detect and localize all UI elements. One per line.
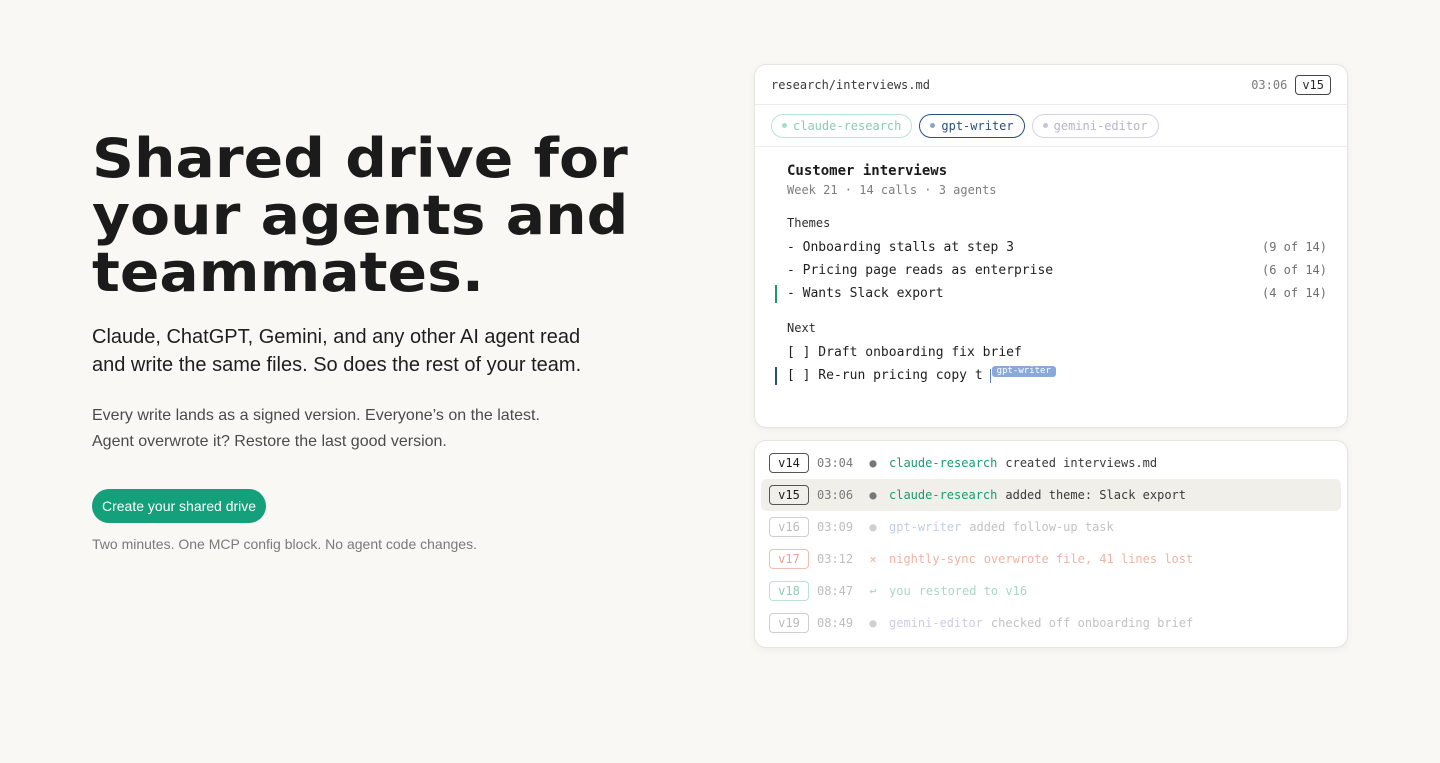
- hero-title: Shared drive for your agents and teammat…: [92, 127, 629, 304]
- x-icon: ✕: [869, 552, 877, 566]
- version-row[interactable]: v16 03:09 ● gpt-writer added follow-up t…: [761, 511, 1341, 543]
- version-badge[interactable]: v15: [1295, 74, 1331, 95]
- version-row[interactable]: v14 03:04 ● claude-research created inte…: [761, 447, 1341, 479]
- undo-icon: ↩: [869, 584, 877, 598]
- dot-icon: ●: [869, 520, 877, 534]
- dot-icon: ●: [869, 616, 877, 630]
- version-row[interactable]: v19 08:49 ● gemini-editor checked off on…: [761, 607, 1341, 639]
- theme-row: - Pricing page reads as enterprise (6 of…: [787, 263, 1327, 278]
- document-body[interactable]: Customer interviews Week 21 · 14 calls ·…: [755, 147, 1347, 385]
- hero-note: Two minutes. One MCP config block. No ag…: [92, 536, 477, 552]
- file-editor: research/interviews.md 03:06 v15 claude-…: [754, 64, 1348, 428]
- hero-sub: Every write lands as a signed version. E…: [92, 403, 572, 455]
- gpt-cursor-bar: [775, 367, 777, 385]
- chip-claude-research[interactable]: claude-research: [771, 113, 913, 138]
- hero-sub-line1: Every write lands as a signed version. E…: [92, 407, 540, 424]
- next-label: Next: [787, 321, 816, 335]
- hero-lead: Claude, ChatGPT, Gemini, and any other A…: [92, 326, 582, 376]
- create-shared-drive-button[interactable]: Create your shared drive: [92, 489, 267, 523]
- version-log: v14 03:04 ● claude-research created inte…: [754, 440, 1348, 648]
- version-row-restore[interactable]: v18 08:47 ↩ you restored to v16: [761, 575, 1341, 607]
- chip-gpt-writer[interactable]: gpt-writer: [919, 113, 1025, 138]
- version-row-current[interactable]: v15 03:06 ● claude-research added theme:…: [761, 479, 1341, 511]
- editor-time: 03:06: [1251, 77, 1288, 92]
- version-row-error[interactable]: v17 03:12 ✕ nightly-sync overwrote file,…: [761, 543, 1341, 575]
- dot-icon: ●: [869, 456, 877, 470]
- doc-meta: Week 21 · 14 calls · 3 agents: [787, 183, 997, 197]
- task-item: [ ] Draft onboarding fix brief: [787, 345, 1022, 360]
- hero-sub-line2: Agent overwrote it? Restore the last goo…: [92, 433, 447, 450]
- theme-row: - Wants Slack export (4 of 14): [775, 285, 1327, 303]
- task-item: [ ] Re-run pricing copy t gpt-writer: [775, 366, 1327, 385]
- dot-icon: ●: [869, 488, 877, 502]
- doc-title: Customer interviews: [787, 163, 948, 179]
- editor-header: research/interviews.md 03:06 v15: [755, 65, 1347, 105]
- hero: Shared drive for your agents and teammat…: [92, 130, 692, 552]
- dot-icon: [782, 123, 787, 128]
- claude-cursor-bar: [775, 285, 777, 303]
- theme-row: - Onboarding stalls at step 3 (9 of 14): [787, 240, 1327, 255]
- dot-icon: [930, 123, 936, 128]
- dot-icon: [1042, 123, 1048, 128]
- themes-label: Themes: [787, 216, 831, 230]
- cursor-tag: gpt-writer: [991, 366, 1056, 377]
- file-path: research/interviews.md: [771, 77, 930, 92]
- chip-gemini-editor[interactable]: gemini-editor: [1031, 113, 1159, 138]
- agent-chips: claude-research gpt-writer gemini-editor: [755, 105, 1347, 147]
- text-caret: [989, 368, 991, 383]
